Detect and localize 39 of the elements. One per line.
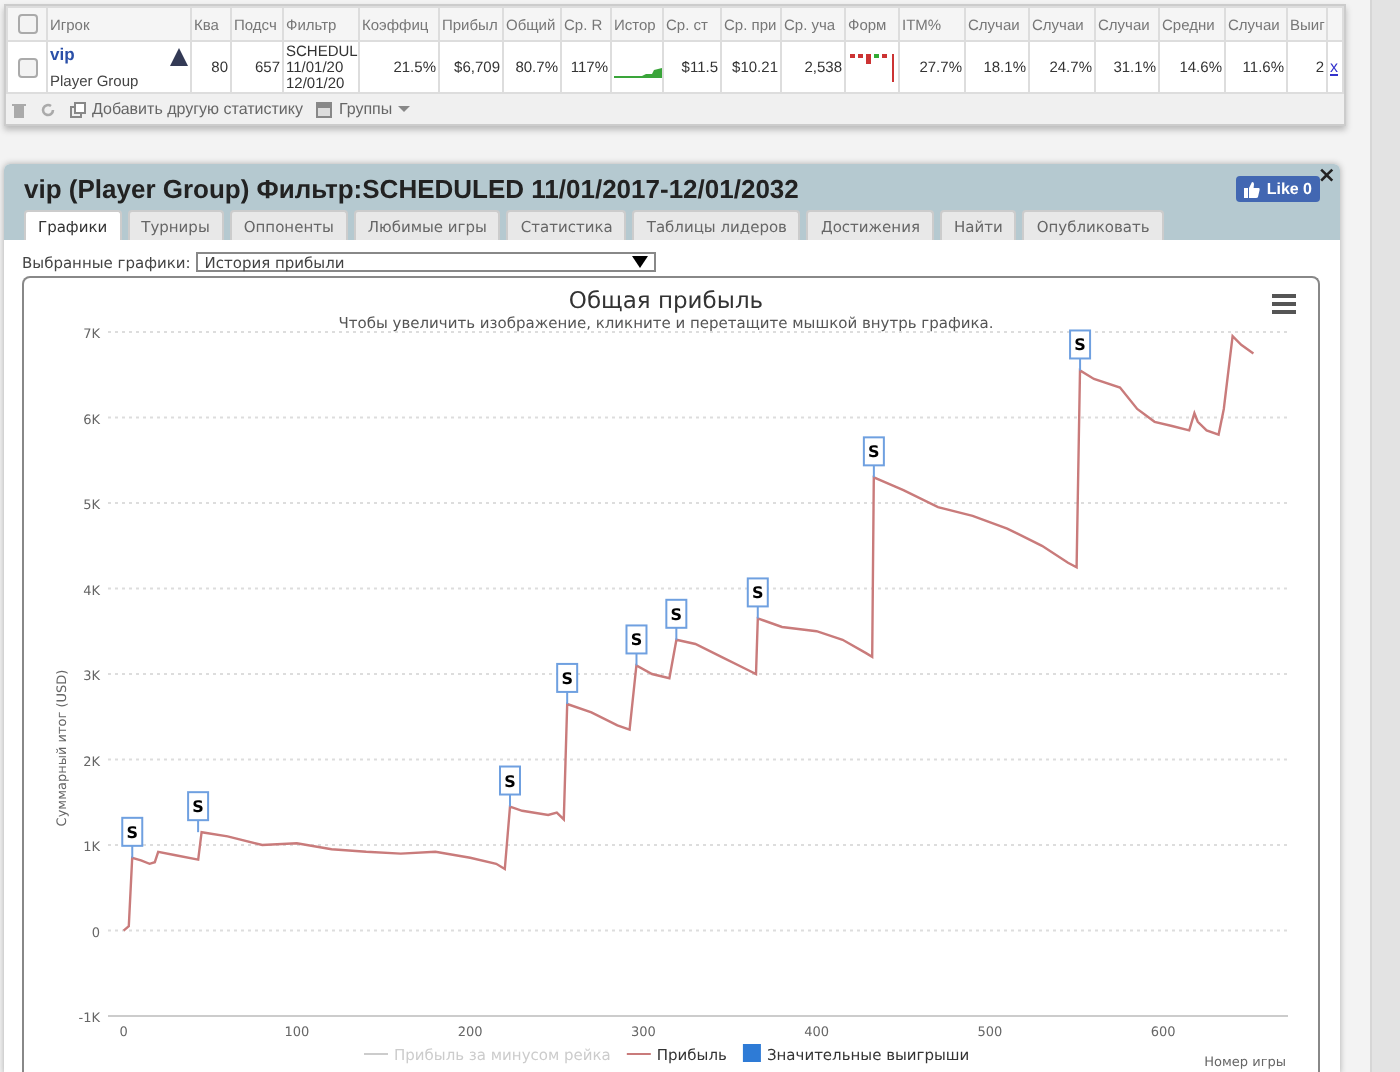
- win-flag: S: [187, 791, 210, 834]
- player-link[interactable]: vip: [50, 44, 139, 64]
- win-flag: S: [121, 816, 144, 859]
- scrollbar[interactable]: [1370, 0, 1400, 1072]
- caret-icon: [632, 256, 649, 268]
- annotation: S: [752, 584, 765, 603]
- annotation: S: [192, 798, 205, 817]
- annotation: S: [868, 443, 881, 462]
- menu-icon[interactable]: [1272, 294, 1296, 314]
- annotation: S: [504, 772, 517, 791]
- caret-icon: [398, 106, 411, 112]
- panel-title: vip (Player Group) Фильтр:SCHEDULED 11/01/2017-12/01/2032: [24, 174, 799, 204]
- win-flag: S: [556, 662, 579, 705]
- thumbs-up-icon: [1244, 181, 1261, 197]
- win-flag: S: [746, 577, 769, 620]
- add-statistic-button[interactable]: Добавить другую статистику: [70, 100, 303, 118]
- checkbox[interactable]: [17, 14, 37, 34]
- remove-link[interactable]: x: [1330, 58, 1338, 76]
- checkbox[interactable]: [17, 57, 37, 77]
- annotation: S: [1074, 336, 1087, 355]
- trash-icon: [12, 101, 26, 117]
- groups-button[interactable]: Группы: [316, 100, 411, 118]
- form-bars-drawing: [848, 53, 896, 81]
- triangle-icon: [170, 48, 188, 66]
- win-flag: S: [1069, 329, 1092, 372]
- win-flag: S: [625, 624, 648, 667]
- copy-icon: [70, 101, 86, 117]
- win-flag: S: [862, 436, 885, 479]
- win-flag: S: [665, 598, 688, 641]
- annotation: S: [630, 631, 643, 650]
- like-button[interactable]: Like 0: [1236, 176, 1321, 202]
- chart-title: Общая прибыль: [568, 286, 764, 314]
- close-button[interactable]: ×: [1317, 162, 1337, 188]
- annotation: S: [561, 669, 574, 688]
- folder-icon: [316, 101, 333, 117]
- annotation: S: [126, 823, 139, 842]
- win-flag: S: [499, 765, 521, 808]
- refresh-icon: [40, 101, 56, 117]
- annotation: S: [670, 605, 683, 624]
